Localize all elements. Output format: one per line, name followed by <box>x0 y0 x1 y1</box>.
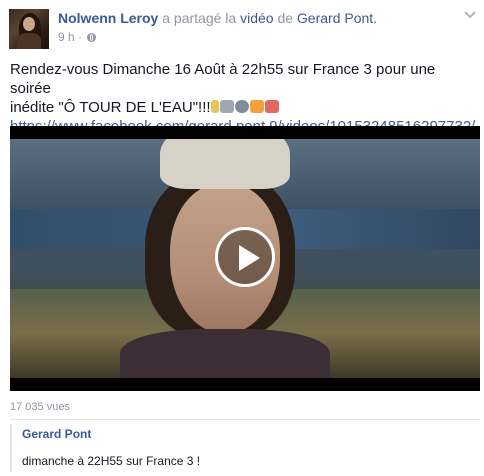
message-line-1: Rendez-vous Dimanche 16 Août à 22h55 sur… <box>10 61 436 97</box>
timestamp-link[interactable]: 9 h <box>58 30 75 44</box>
feed-post: Nolwenn Leroy a partagé la vidéo de Gera… <box>0 0 484 476</box>
post-meta: 9 h · <box>58 30 97 44</box>
info-icon <box>210 100 219 113</box>
octopus-icon <box>264 100 279 113</box>
message-line-2: inédite "Ô TOUR DE L'EAU"!!! <box>10 99 211 116</box>
globe-icon <box>234 100 249 113</box>
shared-source-block: Gerard Pont dimanche à 22H55 sur France … <box>10 424 480 472</box>
divider <box>10 419 480 420</box>
action-text: a partagé la <box>162 10 237 26</box>
source-text: dimanche à 22H55 sur France 3 ! <box>22 454 201 468</box>
post-header: Nolwenn Leroy a partagé la vidéo de Gera… <box>58 9 377 27</box>
post-message: Rendez-vous Dimanche 16 Août à 22h55 sur… <box>10 60 475 136</box>
play-icon <box>239 245 260 271</box>
video-link[interactable]: vidéo <box>240 10 273 26</box>
globe-icon[interactable] <box>87 33 97 42</box>
car-icon <box>219 100 234 113</box>
post-menu-button[interactable] <box>464 10 476 20</box>
fish-icon <box>249 100 264 113</box>
chevron-down-icon <box>464 11 476 19</box>
actor-name-link[interactable]: Nolwenn Leroy <box>58 10 158 26</box>
preposition-text: de <box>277 10 294 26</box>
video-player[interactable] <box>10 126 480 391</box>
play-button[interactable] <box>215 227 275 287</box>
view-count: 17 035 vues <box>10 401 70 413</box>
avatar[interactable] <box>9 9 49 49</box>
source-page-link[interactable]: Gerard Pont. <box>297 10 377 26</box>
timestamp-separator: · <box>78 30 83 44</box>
source-name-link[interactable]: Gerard Pont <box>22 427 91 442</box>
